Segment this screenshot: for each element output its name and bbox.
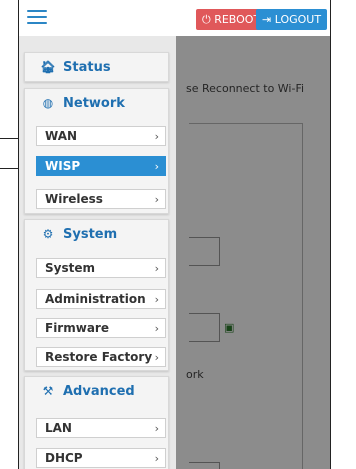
tools-icon: ⚒ [42,384,54,398]
chevron-right-icon: › [154,321,159,335]
sidebar-section-network[interactable]: ◍ Network [25,89,168,117]
item-label: WISP [45,159,81,173]
section-label: System [63,226,118,242]
chevron-right-icon: › [154,421,159,435]
chevron-right-icon: › [154,292,159,306]
chevron-right-icon: › [154,192,159,206]
section-label: Network [63,95,125,111]
chevron-right-icon: › [154,261,159,275]
sidebar-item-system[interactable]: System › [36,258,166,278]
sidebar: 🏠︎ Status ◍ Network WAN › WISP › Wireles… [19,36,176,469]
section-label: Status [63,59,111,75]
sidebar-section-advanced[interactable]: ⚒ Advanced [25,377,168,405]
item-label: Administration [45,292,146,306]
chevron-right-icon: › [154,451,159,465]
sidebar-item-wisp[interactable]: WISP › [36,156,166,176]
logout-label: LOGOUT [274,13,322,26]
item-label: System [45,261,95,275]
chevron-right-icon: › [154,129,159,143]
globe-icon: ◍ [42,96,54,110]
sidebar-item-lan[interactable]: LAN › [36,418,166,438]
sidebar-item-wan[interactable]: WAN › [36,126,166,146]
sidebar-item-administration[interactable]: Administration › [36,289,166,309]
item-label: Wireless [45,192,103,206]
logout-icon: ⇥ [262,13,272,26]
device-frame: ⏻ REBOOT ⇥ LOGOUT se Reconnect to Wi-Fi … [18,0,331,469]
item-label: Restore Factory [45,350,153,364]
reboot-label: REBOOT [214,13,261,26]
home-icon: 🏠︎ [40,60,56,74]
status-card: 🏠︎ Status [24,52,169,82]
sidebar-item-wireless[interactable]: Wireless › [36,189,166,209]
sidebar-item-firmware[interactable]: Firmware › [36,318,166,338]
sidebar-item-dhcp[interactable]: DHCP › [36,448,166,468]
chevron-right-icon: › [154,350,159,364]
item-label: Firmware [45,321,109,335]
sidebar-item-restore-factory[interactable]: Restore Factory › [36,347,166,367]
sidebar-section-system[interactable]: ⚙ System [25,220,168,248]
item-label: LAN [45,421,72,435]
hamburger-menu-icon[interactable] [27,10,47,26]
logout-button[interactable]: ⇥ LOGOUT [256,9,328,30]
sidebar-section-status[interactable]: 🏠︎ Status [25,53,168,81]
power-icon: ⏻ [202,13,211,26]
section-label: Advanced [63,383,135,399]
chevron-right-icon: › [154,159,159,173]
item-label: DHCP [45,451,83,465]
top-bar: ⏻ REBOOT ⇥ LOGOUT [19,0,330,36]
item-label: WAN [45,129,78,143]
gears-icon: ⚙ [42,227,54,241]
